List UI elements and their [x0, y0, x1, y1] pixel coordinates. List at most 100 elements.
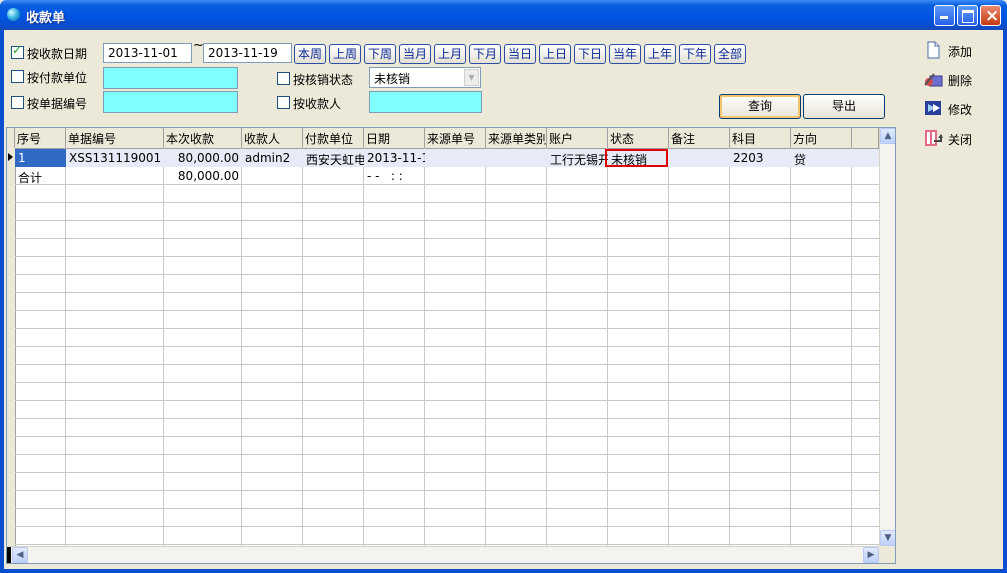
payer-unit-field[interactable]: [103, 67, 238, 89]
row1-src-no[interactable]: [425, 149, 486, 167]
row1-src-type[interactable]: [486, 149, 547, 167]
grid-row-line: [15, 400, 879, 401]
scroll-left-icon[interactable]: ◀: [12, 547, 28, 563]
checkmark-icon: ✓: [12, 43, 23, 57]
add-label: 添加: [948, 45, 973, 59]
doc-number-checkbox[interactable]: [11, 96, 24, 109]
grid-header: 序号 单据编号 本次收款 收款人 付款单位 日期 来源单号 来源单类别 账户 状…: [7, 128, 879, 149]
grid-column-line: [607, 148, 608, 546]
range-all-button[interactable]: 全部: [714, 44, 746, 64]
range-this-week-button[interactable]: 本周: [294, 44, 326, 64]
minimize-button[interactable]: [934, 5, 955, 26]
add-document-icon: [924, 41, 942, 59]
row1-direction[interactable]: 贷: [791, 149, 852, 167]
grid-column-line: [485, 148, 486, 546]
close-window-button[interactable]: ×: [980, 5, 1001, 26]
range-last-year-button[interactable]: 上年: [644, 44, 676, 64]
range-next-month-button[interactable]: 下月: [469, 44, 501, 64]
edit-icon: [924, 99, 942, 117]
payer-unit-label: 按付款单位: [27, 71, 88, 85]
col-remark[interactable]: 备注: [669, 128, 730, 148]
range-next-day-button[interactable]: 下日: [574, 44, 606, 64]
grid-row-line: [15, 274, 879, 275]
status-highlight-box: [605, 149, 668, 167]
col-filler: [852, 128, 879, 148]
payer-unit-checkbox[interactable]: [11, 70, 24, 83]
receiver-label: 按收款人: [293, 97, 342, 111]
range-today-button[interactable]: 当日: [504, 44, 536, 64]
window-frame-bottom: [0, 569, 1007, 573]
row1-subject[interactable]: 2203: [730, 149, 791, 167]
col-date[interactable]: 日期: [364, 128, 425, 148]
col-direction[interactable]: 方向: [791, 128, 852, 148]
query-button[interactable]: 查询: [719, 94, 801, 119]
grid-column-line: [241, 148, 242, 546]
grid-row-line: [15, 202, 879, 203]
row1-payer[interactable]: 西安天虹电: [303, 149, 364, 167]
grid-row-line: [15, 418, 879, 419]
col-src-no[interactable]: 来源单号: [425, 128, 486, 148]
doc-number-field[interactable]: [103, 91, 238, 113]
scroll-down-icon[interactable]: ▼: [880, 530, 895, 546]
range-last-week-button[interactable]: 上周: [329, 44, 361, 64]
grid-row-line: [15, 382, 879, 383]
writeoff-status-select[interactable]: 未核销 ▼: [369, 67, 481, 88]
grid-column-line: [363, 148, 364, 546]
scrollbar-corner: [879, 546, 895, 563]
date-from-input[interactable]: 2013-11-01: [103, 43, 192, 63]
range-last-month-button[interactable]: 上月: [434, 44, 466, 64]
row1-remark[interactable]: [669, 149, 730, 167]
row1-account[interactable]: 工行无锡开: [547, 149, 608, 167]
grid-row-line: [15, 526, 879, 527]
total-date-placeholder: - - : :: [367, 169, 403, 183]
grid-column-line: [546, 148, 547, 546]
row1-date[interactable]: 2013-11-1: [364, 149, 425, 167]
edit-button[interactable]: 修改: [924, 98, 994, 120]
receiver-field[interactable]: [369, 91, 482, 113]
window-title: 收款单: [26, 11, 66, 26]
range-previous-day-button[interactable]: 上日: [539, 44, 571, 64]
date-to-input[interactable]: 2013-11-19: [203, 43, 292, 63]
scroll-up-icon[interactable]: ▲: [880, 128, 895, 144]
vertical-scrollbar[interactable]: ▲ ▼: [879, 128, 895, 546]
add-button[interactable]: 添加: [924, 40, 994, 62]
delete-button[interactable]: 删除: [924, 69, 994, 91]
range-this-year-button[interactable]: 当年: [609, 44, 641, 64]
receipts-grid[interactable]: 序号 单据编号 本次收款 收款人 付款单位 日期 来源单号 来源单类别 账户 状…: [6, 127, 896, 564]
maximize-icon: [962, 10, 974, 23]
horizontal-scrollbar[interactable]: ◀ ▶: [7, 546, 879, 563]
row1-seq[interactable]: 1: [15, 149, 66, 167]
col-doc-no[interactable]: 单据编号: [66, 128, 164, 148]
col-account[interactable]: 账户: [547, 128, 608, 148]
writeoff-status-checkbox[interactable]: [277, 72, 290, 85]
receipt-date-checkbox[interactable]: ✓: [11, 43, 24, 59]
grid-row-line: [15, 472, 879, 473]
col-payer[interactable]: 付款单位: [303, 128, 364, 148]
chevron-down-icon[interactable]: ▼: [464, 69, 479, 86]
grid-column-line: [302, 148, 303, 546]
export-button[interactable]: 导出: [803, 94, 885, 119]
grid-row-line: [15, 256, 879, 257]
range-this-month-button[interactable]: 当月: [399, 44, 431, 64]
row1-doc-no[interactable]: XSS131119001: [66, 149, 164, 167]
grid-row-line: [15, 310, 879, 311]
grid-column-line: [790, 148, 791, 546]
grid-column-line: [163, 148, 164, 546]
scroll-right-icon[interactable]: ▶: [863, 547, 879, 563]
range-next-week-button[interactable]: 下周: [364, 44, 396, 64]
col-src-type[interactable]: 来源单类别: [486, 128, 547, 148]
edit-label: 修改: [948, 103, 973, 117]
col-status[interactable]: 状态: [608, 128, 669, 148]
maximize-button[interactable]: [957, 5, 978, 26]
receiver-checkbox[interactable]: [277, 96, 290, 109]
col-receiver[interactable]: 收款人: [242, 128, 303, 148]
grid-row-line: [15, 508, 879, 509]
close-button[interactable]: 关闭: [924, 128, 994, 150]
col-subject[interactable]: 科目: [730, 128, 791, 148]
col-seq[interactable]: 序号: [15, 128, 66, 148]
col-amount[interactable]: 本次收款: [164, 128, 242, 148]
window-frame-right: [1003, 30, 1007, 573]
range-next-year-button[interactable]: 下年: [679, 44, 711, 64]
row1-amount[interactable]: 80,000.00: [164, 149, 242, 167]
row1-receiver[interactable]: admin2: [242, 149, 303, 167]
